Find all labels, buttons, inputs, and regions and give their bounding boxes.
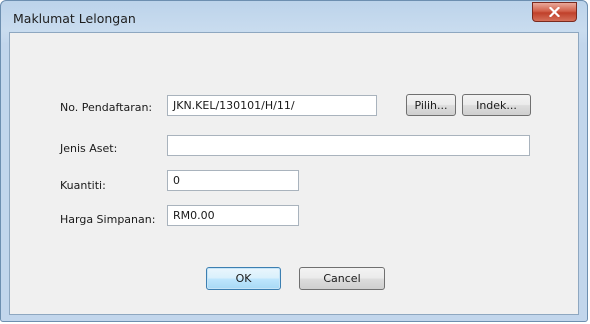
close-button[interactable] bbox=[532, 2, 577, 22]
kuantiti-field[interactable]: 0 bbox=[167, 170, 299, 191]
window-title: Maklumat Lelongan bbox=[13, 11, 136, 26]
jenis-aset-label: Jenis Aset: bbox=[60, 142, 118, 155]
dialog-body: No. Pendaftaran: JKN.KEL/130101/H/11/ Pi… bbox=[9, 32, 579, 315]
kuantiti-label: Kuantiti: bbox=[60, 179, 106, 192]
dialog-window: Maklumat Lelongan No. Pendaftaran: JKN.K… bbox=[0, 0, 588, 322]
ok-button[interactable]: OK bbox=[206, 267, 281, 290]
cancel-button[interactable]: Cancel bbox=[299, 267, 385, 290]
close-icon bbox=[549, 7, 560, 17]
harga-simpanan-field[interactable]: RM0.00 bbox=[167, 205, 299, 226]
harga-simpanan-label: Harga Simpanan: bbox=[60, 213, 156, 226]
indek-button[interactable]: Indek... bbox=[462, 94, 531, 116]
no-pendaftaran-field[interactable]: JKN.KEL/130101/H/11/ bbox=[167, 95, 377, 116]
jenis-aset-field[interactable] bbox=[167, 135, 530, 156]
no-pendaftaran-label: No. Pendaftaran: bbox=[60, 101, 153, 114]
pilih-button[interactable]: Pilih... bbox=[406, 94, 456, 116]
